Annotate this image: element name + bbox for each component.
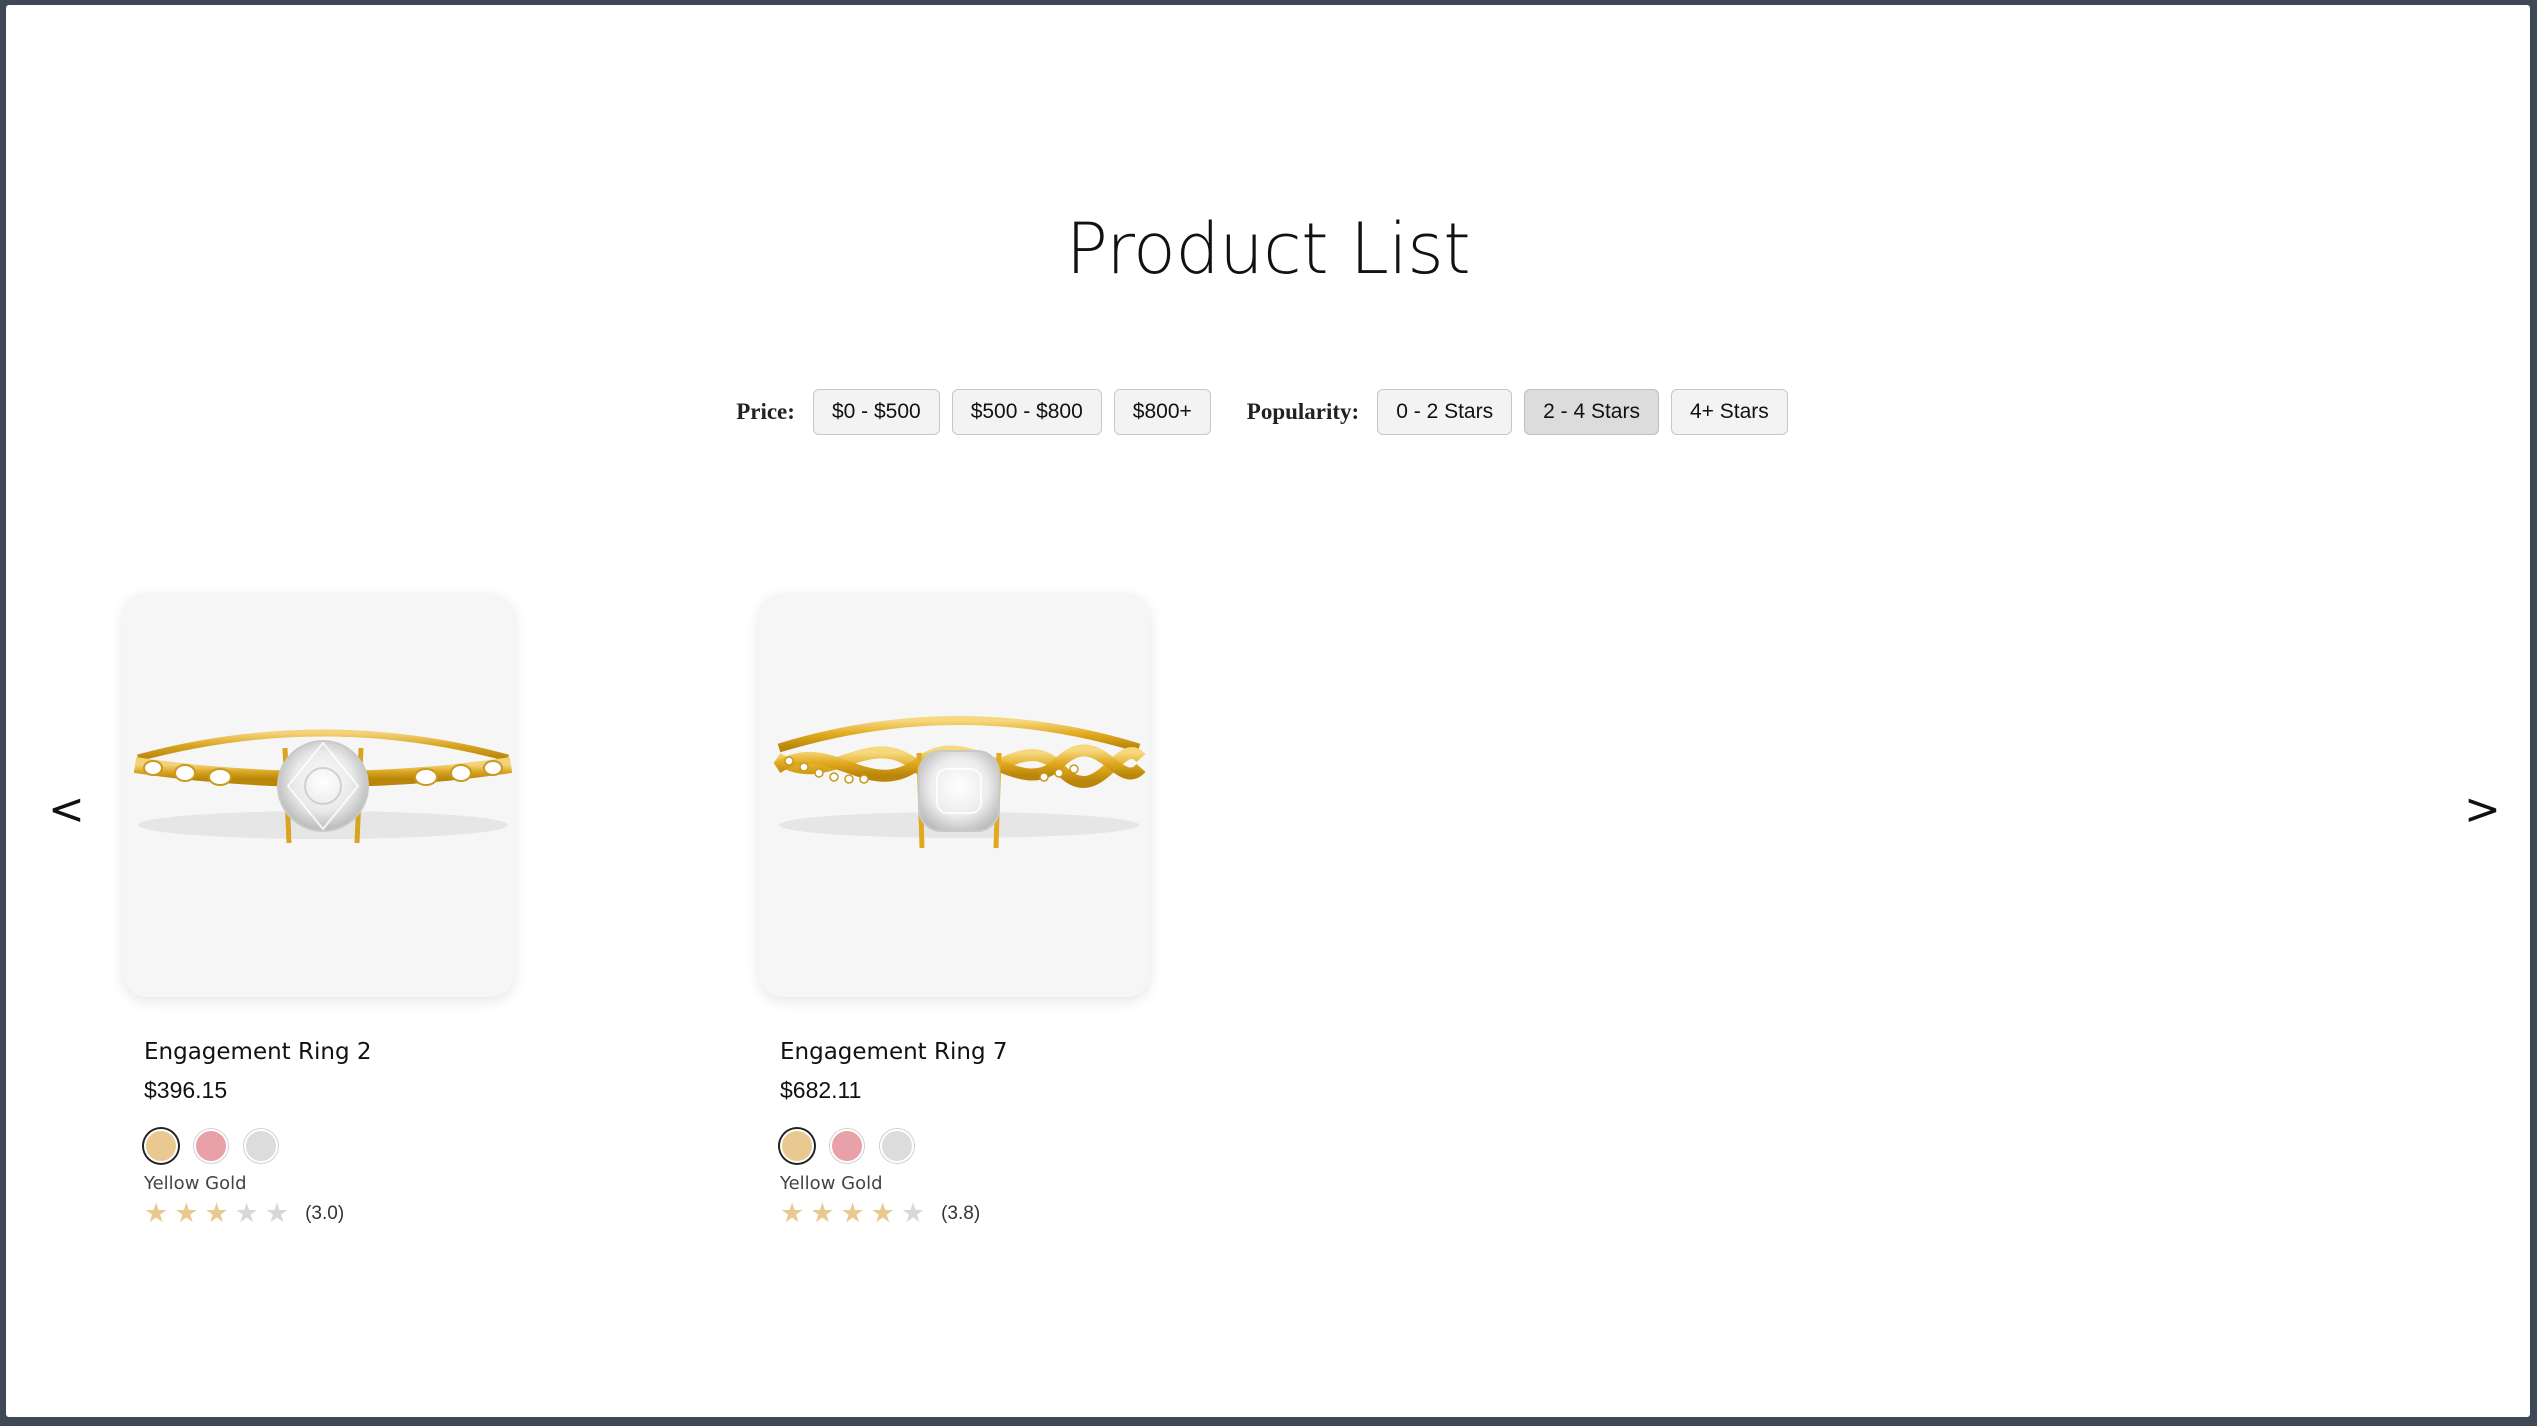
swatch-white-gold[interactable] bbox=[244, 1129, 278, 1163]
metal-label: Yellow Gold bbox=[144, 1173, 247, 1194]
price-filter-0-500-button[interactable]: $0 - $500 bbox=[812, 389, 940, 435]
star-icon: ★ bbox=[840, 1198, 865, 1229]
star-icon: ★ bbox=[264, 1198, 290, 1229]
swatch-yellow-gold[interactable] bbox=[780, 1129, 814, 1163]
metal-label: Yellow Gold bbox=[780, 1173, 883, 1194]
star-icon: ★ bbox=[870, 1198, 895, 1229]
price-filter-800-plus-button[interactable]: $800+ bbox=[1113, 389, 1211, 435]
swatch-yellow-gold[interactable] bbox=[144, 1129, 178, 1163]
product-image[interactable] bbox=[123, 593, 514, 997]
star-icon: ★ bbox=[174, 1198, 199, 1229]
filter-bar: Price: $0 - $500 $500 - $800 $800+ Popul… bbox=[6, 389, 2530, 435]
carousel-prev-button[interactable]: < bbox=[48, 785, 85, 835]
product-price: $396.15 bbox=[144, 1077, 228, 1103]
star-icon: ★ bbox=[900, 1198, 926, 1229]
product-card[interactable]: Engagement Ring 2 $396.15 Yellow Gold ★ … bbox=[123, 593, 523, 1229]
star-icon: ★ bbox=[144, 1198, 169, 1229]
swatch-rose-gold[interactable] bbox=[194, 1129, 228, 1163]
page-title: Product List bbox=[1065, 208, 1471, 290]
popularity-filter-2-4-button[interactable]: 2 - 4 Stars bbox=[1524, 389, 1659, 435]
star-icon: ★ bbox=[204, 1198, 229, 1229]
rating-value: (3.0) bbox=[305, 1203, 345, 1224]
product-price: $682.11 bbox=[780, 1077, 862, 1103]
rating: ★ ★ ★ ★ ★ (3.0) bbox=[144, 1199, 523, 1229]
star-icon: ★ bbox=[810, 1198, 835, 1229]
price-filter-500-800-button[interactable]: $500 - $800 bbox=[951, 389, 1102, 435]
popularity-filter-label: Popularity: bbox=[1246, 399, 1360, 424]
metal-swatches bbox=[144, 1127, 523, 1165]
metal-swatches bbox=[780, 1127, 1159, 1165]
price-filter-label: Price: bbox=[736, 399, 795, 424]
popularity-filter-0-2-button[interactable]: 0 - 2 Stars bbox=[1377, 389, 1513, 435]
product-card[interactable]: Engagement Ring 7 $682.11 Yellow Gold ★ … bbox=[759, 593, 1159, 1229]
swatch-white-gold[interactable] bbox=[880, 1129, 914, 1163]
product-name[interactable]: Engagement Ring 2 bbox=[144, 1037, 523, 1067]
ring-image-icon bbox=[133, 729, 513, 844]
rating: ★ ★ ★ ★ ★ (3.8) bbox=[780, 1199, 1159, 1229]
ring-image-icon bbox=[773, 716, 1146, 849]
carousel-next-button[interactable]: > bbox=[2464, 785, 2501, 835]
star-icon: ★ bbox=[234, 1198, 259, 1229]
product-name[interactable]: Engagement Ring 7 bbox=[780, 1037, 1159, 1067]
popularity-filter-4-plus-button[interactable]: 4+ Stars bbox=[1670, 389, 1788, 435]
product-image[interactable] bbox=[759, 593, 1150, 997]
app-window: Product List Price: $0 - $500 $500 - $80… bbox=[6, 5, 2530, 1417]
swatch-rose-gold[interactable] bbox=[830, 1129, 864, 1163]
star-icon: ★ bbox=[780, 1198, 805, 1229]
rating-value: (3.8) bbox=[941, 1203, 981, 1224]
